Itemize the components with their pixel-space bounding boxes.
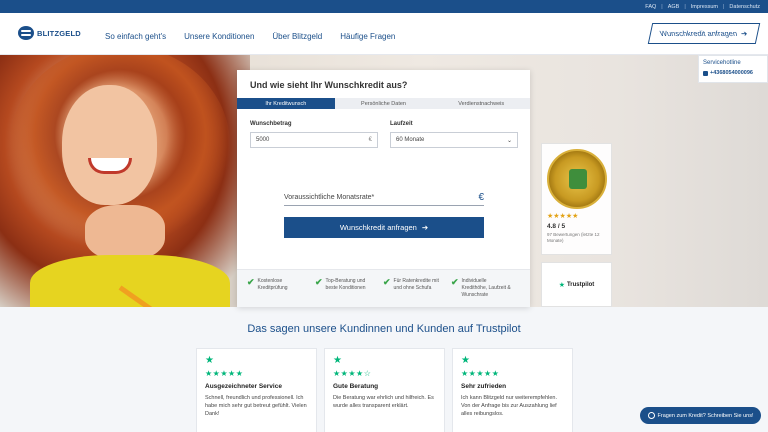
chat-button[interactable]: Fragen zum Kredit? Schreiben Sie uns! [640, 407, 761, 424]
phone-icon [703, 70, 708, 76]
impressum-link[interactable]: Impressum [691, 4, 718, 10]
review-stars: ★★★★★ [205, 369, 244, 378]
monthly-rate-label: Voraussichtliche Monatsrate* [284, 194, 375, 201]
main-nav: So einfach geht's Unsere Konditionen Übe… [105, 32, 395, 41]
euro-icon: € [478, 192, 484, 203]
step-credit-wish: Ihr Kreditwunsch [237, 98, 340, 109]
trustpilot-star-icon: ★ [205, 355, 214, 366]
check-icon: ✔ [383, 277, 391, 287]
ekomi-widget[interactable]: ★★★★★ 4.8 / 5 97 Bewertungen (letzte 12 … [541, 143, 612, 255]
site-header: BLITZGELD So einfach geht's Unsere Kondi… [0, 13, 768, 55]
hotline-title: Servicehotline [703, 60, 741, 66]
review-text: Schnell, freundlich und professionell. I… [205, 395, 307, 417]
logo[interactable]: BLITZGELD [18, 26, 81, 40]
duration-value: 60 Monate [396, 137, 425, 143]
top-bar: FAQ | AGB | Impressum | Datenschutz [0, 0, 768, 13]
trustpilot-label: Trustpilot [566, 281, 595, 288]
credit-form: Und wie sieht Ihr Wunschkredit aus? Ihr … [237, 70, 531, 307]
feature-item: ✔ Kostenlose Kreditprüfung [247, 278, 309, 307]
hotline-phone[interactable]: +4368054000096 [703, 70, 763, 76]
review-title: Gute Beratung [333, 383, 379, 390]
form-steps: Ihr Kreditwunsch Persönliche Daten Verdi… [237, 98, 531, 109]
hero-photo [0, 55, 250, 307]
separator: | [722, 3, 725, 10]
amount-label: Wunschbetrag [250, 121, 292, 127]
trustpilot-widget[interactable]: ★ Trustpilot [541, 262, 612, 307]
review-stars: ★★★★★ [461, 369, 500, 378]
check-icon: ✔ [451, 277, 459, 287]
nav-item-about[interactable]: Über Blitzgeld [272, 32, 322, 41]
datenschutz-link[interactable]: Datenschutz [729, 4, 760, 10]
chevron-down-icon: ⌄ [506, 137, 512, 144]
trustpilot-star-icon: ★ [333, 355, 342, 366]
check-icon: ✔ [247, 277, 255, 287]
duration-label: Laufzeit [390, 121, 413, 127]
arrow-right-icon: ➔ [740, 29, 749, 38]
header-cta-label: Wunschkredit anfragen [659, 29, 739, 38]
ekomi-seal-icon [547, 149, 607, 209]
whatsapp-icon [647, 412, 655, 419]
check-icon: ✔ [315, 277, 323, 287]
ekomi-review-count: 97 Bewertungen (letzte 12 Monate) [547, 232, 600, 243]
nav-item-how-it-works[interactable]: So einfach geht's [105, 32, 166, 41]
monthly-rate-field[interactable]: Voraussichtliche Monatsrate* € [284, 190, 484, 206]
review-text: Die Beratung war ehrlich und hilfreich. … [333, 395, 434, 409]
review-card: ★ ★★★★★ Ausgezeichneter Service Schnell,… [196, 348, 317, 432]
arrow-right-icon: ➔ [421, 223, 429, 232]
review-card: ★ ★★★★☆ Gute Beratung Die Beratung war e… [324, 348, 445, 432]
nav-item-faq[interactable]: Häufige Fragen [340, 32, 395, 41]
agb-link[interactable]: AGB [668, 4, 680, 10]
submit-button[interactable]: Wunschkredit anfragen ➔ [284, 217, 484, 238]
submit-label: Wunschkredit anfragen [339, 223, 417, 232]
service-hotline[interactable]: Servicehotline +4368054000096 [698, 55, 768, 83]
feature-list: ✔ Kostenlose Kreditprüfung ✔ Top-Beratun… [237, 269, 530, 307]
separator: | [661, 3, 663, 10]
faq-link[interactable]: FAQ [645, 4, 656, 10]
feature-item: ✔ Top-Beratung und beste Konditionen [315, 278, 377, 307]
trustpilot-star-icon: ★ [461, 355, 470, 366]
header-cta-button[interactable]: Wunschkredit anfragen ➔ [647, 23, 761, 44]
euro-icon: € [368, 137, 372, 143]
review-title: Ausgezeichneter Service [205, 383, 282, 390]
amount-input[interactable]: 5000 € [250, 132, 378, 148]
form-title: Und wie sieht Ihr Wunschkredit aus? [250, 80, 408, 90]
separator: | [684, 3, 686, 10]
review-text: Ich kann Blitzgeld nur weiterempfehlen. … [461, 395, 557, 417]
step-personal-data: Persönliche Daten [334, 98, 433, 109]
ekomi-stars: ★★★★★ [547, 213, 579, 220]
duration-select[interactable]: 60 Monate ⌄ [390, 132, 518, 148]
logo-text: BLITZGELD [37, 28, 81, 38]
feature-item: ✔ Für Ratenkredite mit und ohne Schufa [383, 278, 445, 307]
trustpilot-star-icon: ★ [558, 281, 565, 289]
review-stars: ★★★★☆ [333, 369, 372, 378]
chat-label: Fragen zum Kredit? Schreiben Sie uns! [657, 412, 754, 419]
step-income-proof: Verdienstnachweis [432, 98, 531, 109]
ekomi-score: 4.8 / 5 [547, 223, 566, 230]
nav-item-conditions[interactable]: Unsere Konditionen [184, 32, 254, 41]
review-title: Sehr zufrieden [461, 383, 507, 390]
feature-item: ✔ Individuelle Kredithöhe, Laufzeit & Wu… [451, 278, 513, 307]
amount-value: 5000 [256, 137, 270, 143]
review-card: ★ ★★★★★ Sehr zufrieden Ich kann Blitzgel… [452, 348, 573, 432]
logo-icon [18, 26, 34, 40]
reviews-heading: Das sagen unsere Kundinnen und Kunden au… [247, 323, 521, 335]
